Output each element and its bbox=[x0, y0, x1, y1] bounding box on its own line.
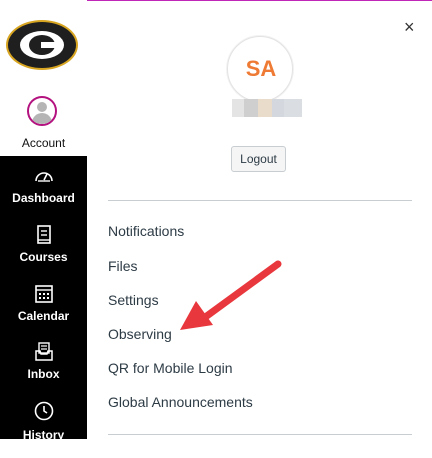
annotation-arrow-icon bbox=[180, 260, 282, 330]
